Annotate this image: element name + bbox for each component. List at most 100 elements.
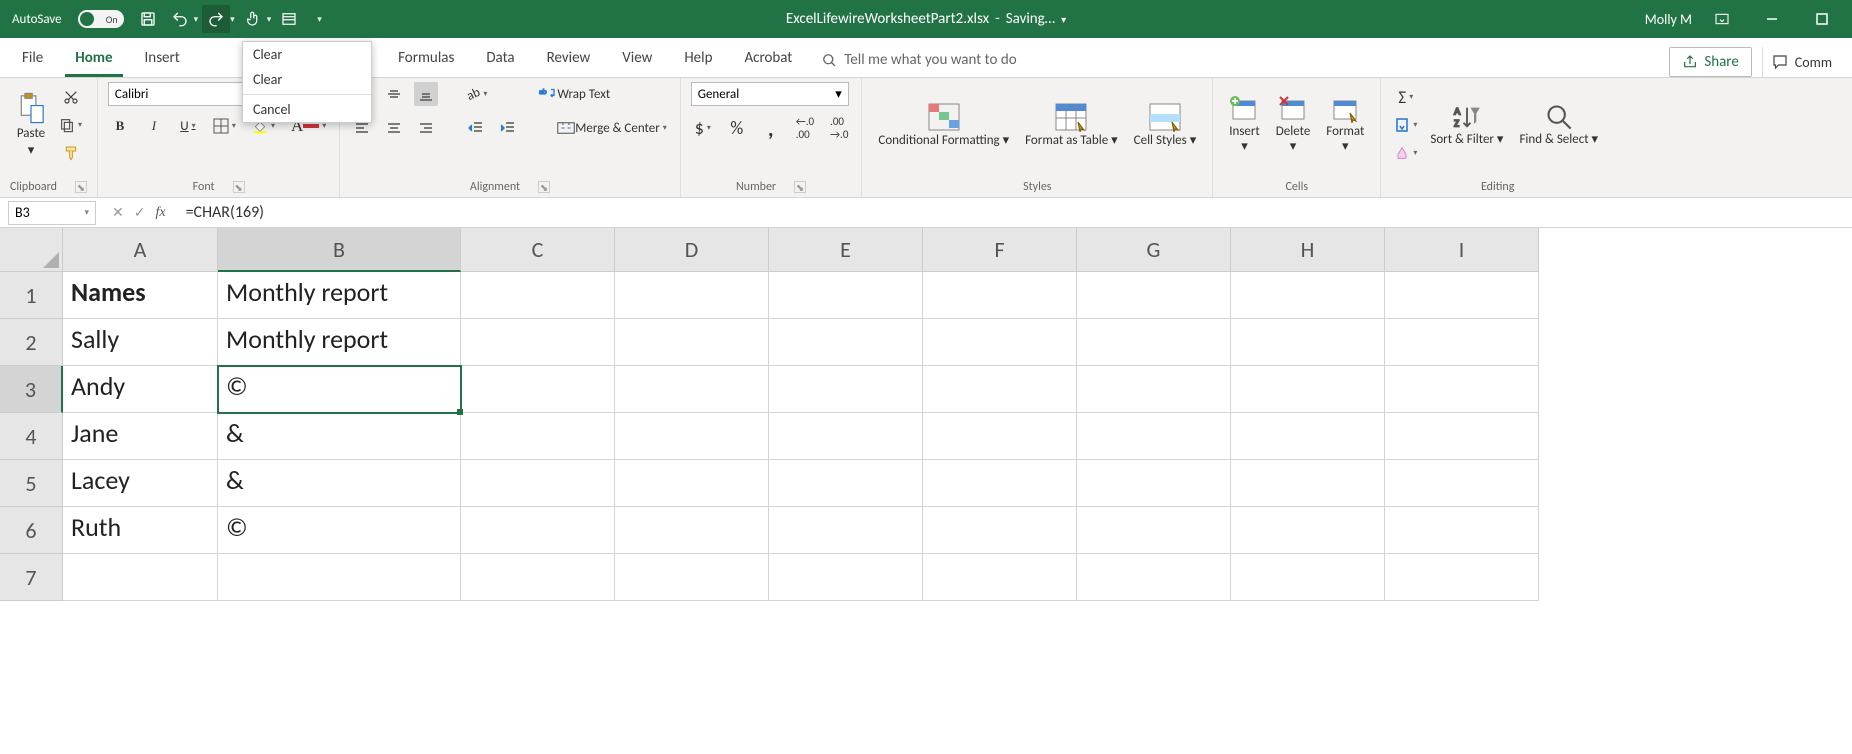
increase-decimal-button[interactable]: ←.0.00	[793, 116, 817, 140]
font-dialog-launcher[interactable]: ⬊	[233, 181, 245, 193]
increase-indent-button[interactable]	[496, 116, 520, 140]
align-right-button[interactable]	[414, 116, 438, 140]
accounting-format-button[interactable]: $▾	[691, 116, 715, 140]
cell-h5[interactable]	[1231, 460, 1385, 507]
cell-a6[interactable]: Ruth	[63, 507, 218, 554]
fill-button[interactable]: ▾	[1391, 113, 1420, 137]
conditional-formatting-button[interactable]: Conditional Formatting ▾	[872, 82, 1015, 168]
borders-button[interactable]: ▾	[210, 114, 239, 138]
cell-d3[interactable]	[615, 366, 769, 413]
tab-help[interactable]: Help	[674, 41, 722, 77]
merge-center-button[interactable]: Merge & Center▾	[554, 116, 670, 140]
insert-cells-button[interactable]: Insert▾	[1223, 82, 1266, 168]
cell-g6[interactable]	[1077, 507, 1231, 554]
cell-e1[interactable]	[769, 272, 923, 319]
tab-view[interactable]: View	[612, 41, 662, 77]
undo-dropdown-icon[interactable]: ▾	[194, 14, 199, 25]
cell-g4[interactable]	[1077, 413, 1231, 460]
delete-cells-button[interactable]: Delete▾	[1270, 82, 1317, 168]
cell-g7[interactable]	[1077, 554, 1231, 601]
cell-c1[interactable]	[461, 272, 615, 319]
cell-a2[interactable]: Sally	[63, 319, 218, 366]
column-header-e[interactable]: E	[769, 228, 923, 272]
cell-i1[interactable]	[1385, 272, 1539, 319]
cell-c3[interactable]	[461, 366, 615, 413]
cell-f6[interactable]	[923, 507, 1077, 554]
redo-icon[interactable]	[202, 5, 230, 33]
sort-filter-button[interactable]: AZ Sort & Filter ▾	[1424, 82, 1509, 168]
format-cells-button[interactable]: Format▾	[1320, 82, 1370, 168]
cell-e6[interactable]	[769, 507, 923, 554]
cell-e4[interactable]	[769, 413, 923, 460]
status-dropdown-icon[interactable]: ▾	[1061, 13, 1066, 26]
cell-h7[interactable]	[1231, 554, 1385, 601]
cell-c2[interactable]	[461, 319, 615, 366]
cell-b3[interactable]: ©	[218, 366, 461, 413]
column-header-i[interactable]: I	[1385, 228, 1539, 272]
cell-g2[interactable]	[1077, 319, 1231, 366]
cell-a3[interactable]: Andy	[63, 366, 218, 413]
row-header-1[interactable]: 1	[0, 272, 63, 319]
redo-item-clear-1[interactable]: Clear	[243, 42, 371, 67]
redo-item-clear-2[interactable]: Clear	[243, 67, 371, 92]
row-header-7[interactable]: 7	[0, 554, 63, 601]
alignment-dialog-launcher[interactable]: ⬊	[538, 181, 550, 193]
cell-f4[interactable]	[923, 413, 1077, 460]
clipboard-dialog-launcher[interactable]: ⬊	[75, 181, 87, 193]
cell-b5[interactable]: &	[218, 460, 461, 507]
tab-review[interactable]: Review	[537, 41, 601, 77]
tell-me-search[interactable]: Tell me what you want to do	[814, 43, 1022, 77]
minimize-icon[interactable]	[1752, 0, 1792, 38]
cell-e7[interactable]	[769, 554, 923, 601]
touch-dropdown-icon[interactable]: ▾	[267, 14, 272, 25]
cell-c7[interactable]	[461, 554, 615, 601]
cell-i5[interactable]	[1385, 460, 1539, 507]
cell-b4[interactable]: &	[218, 413, 461, 460]
cell-h2[interactable]	[1231, 319, 1385, 366]
column-header-c[interactable]: C	[461, 228, 615, 272]
column-header-d[interactable]: D	[615, 228, 769, 272]
redo-menu-cancel[interactable]: Cancel	[243, 97, 371, 122]
tab-acrobat[interactable]: Acrobat	[734, 41, 802, 77]
cell-e3[interactable]	[769, 366, 923, 413]
cell-b7[interactable]	[218, 554, 461, 601]
number-dialog-launcher[interactable]: ⬊	[794, 181, 806, 193]
cell-c5[interactable]	[461, 460, 615, 507]
cell-a5[interactable]: Lacey	[63, 460, 218, 507]
row-header-6[interactable]: 6	[0, 507, 63, 554]
cell-c4[interactable]	[461, 413, 615, 460]
cell-d5[interactable]	[615, 460, 769, 507]
column-header-f[interactable]: F	[923, 228, 1077, 272]
cell-e2[interactable]	[769, 319, 923, 366]
row-header-5[interactable]: 5	[0, 460, 63, 507]
share-button[interactable]: Share	[1669, 47, 1751, 77]
user-name[interactable]: Molly M	[1645, 11, 1692, 28]
cell-styles-button[interactable]: Cell Styles ▾	[1128, 82, 1203, 168]
qat-customize-icon[interactable]: ▾	[317, 14, 322, 25]
tab-formulas[interactable]: Formulas	[388, 41, 464, 77]
cell-h1[interactable]	[1231, 272, 1385, 319]
orientation-button[interactable]: ab▾	[464, 82, 490, 106]
tab-insert[interactable]: Insert	[135, 41, 190, 77]
column-header-a[interactable]: A	[63, 228, 218, 272]
cell-h4[interactable]	[1231, 413, 1385, 460]
format-painter-button[interactable]	[59, 141, 83, 165]
cell-h3[interactable]	[1231, 366, 1385, 413]
paste-button[interactable]: Paste▾	[10, 82, 52, 168]
cell-f1[interactable]	[923, 272, 1077, 319]
format-as-table-button[interactable]: Format as Table ▾	[1019, 82, 1124, 168]
align-middle-button[interactable]	[382, 82, 406, 106]
cell-f7[interactable]	[923, 554, 1077, 601]
cell-g3[interactable]	[1077, 366, 1231, 413]
undo-icon[interactable]	[166, 5, 194, 33]
cell-i7[interactable]	[1385, 554, 1539, 601]
insert-function-icon[interactable]: fx	[155, 205, 165, 221]
cancel-formula-icon[interactable]: ✕	[112, 204, 124, 221]
find-select-button[interactable]: Find & Select ▾	[1513, 82, 1604, 168]
ribbon-display-icon[interactable]	[1702, 0, 1742, 38]
tab-data[interactable]: Data	[476, 41, 524, 77]
cell-i4[interactable]	[1385, 413, 1539, 460]
cell-d1[interactable]	[615, 272, 769, 319]
underline-button[interactable]: U▾	[176, 114, 200, 138]
cell-i6[interactable]	[1385, 507, 1539, 554]
